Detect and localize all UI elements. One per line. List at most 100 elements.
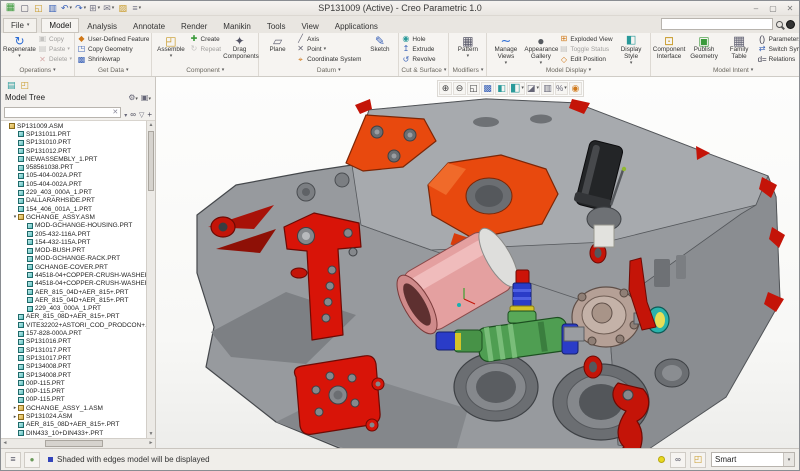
- tree-item[interactable]: DIN433_10+DIN433+.PRT: [1, 429, 146, 437]
- publish-geometry-button[interactable]: ▣Publish Geometry: [688, 34, 721, 61]
- edit-position-button[interactable]: ◇Edit Position: [559, 55, 612, 65]
- tree-item[interactable]: MOD-BUSH.PRT: [1, 246, 146, 254]
- scroll-down-icon[interactable]: [147, 430, 155, 438]
- help-globe-icon[interactable]: [786, 20, 795, 29]
- zoom-in-button[interactable]: ⊕: [439, 82, 452, 95]
- save-button[interactable]: ▥: [47, 2, 58, 14]
- shrinkwrap-button[interactable]: ▩Shrinkwrap: [77, 55, 149, 65]
- plane-button[interactable]: ▱Plane: [261, 34, 294, 54]
- settings-button[interactable]: ⚙▾: [128, 93, 138, 102]
- tree-item[interactable]: SP131016.PRT: [1, 338, 146, 346]
- show-button[interactable]: ▣▾: [141, 93, 151, 102]
- tree-item[interactable]: 229_403_000A_1.PRT: [1, 188, 146, 196]
- tree-item[interactable]: SP131017.PRT: [1, 354, 146, 362]
- repaint-button[interactable]: ▩: [481, 82, 494, 95]
- tree-item[interactable]: 44518-04+COPPER-CRUSH-WASHERS: [1, 280, 146, 288]
- tree-item[interactable]: 105-404-002A.PRT: [1, 180, 146, 188]
- paste-button[interactable]: ▤Paste▾: [38, 44, 72, 54]
- tree-item[interactable]: 44518-04+COPPER-CRUSH-WASHERS: [1, 271, 146, 279]
- tree-item[interactable]: AER_815_08D+AER_815+.PRT: [1, 313, 146, 321]
- tree-item[interactable]: AER_815_04D+AER_815+.PRT: [1, 296, 146, 304]
- tab-tools[interactable]: Tools: [259, 18, 294, 33]
- user-defined-feature-button[interactable]: ◆User-Defined Feature: [77, 34, 149, 44]
- find-button[interactable]: ∞: [670, 452, 686, 468]
- selection-filter-combo[interactable]: Smart: [711, 452, 795, 467]
- refit-button[interactable]: ◱: [467, 82, 480, 95]
- point-button[interactable]: ✕Point▾: [296, 44, 361, 54]
- annotation-display-button[interactable]: %▾: [555, 82, 568, 95]
- tree-item[interactable]: GCHANGE-COVER.PRT: [1, 263, 146, 271]
- new-button[interactable]: ▢: [19, 2, 30, 14]
- tree-item[interactable]: 00P-115.PRT: [1, 396, 146, 404]
- redo-button[interactable]: ↷▾: [75, 2, 86, 14]
- ribbon-group-label[interactable]: Get Data▾: [77, 65, 149, 76]
- copy-geometry-button[interactable]: ◳Copy Geometry: [77, 44, 149, 54]
- customize-button[interactable]: ≡▾: [131, 2, 142, 14]
- tree-item[interactable]: 157-828-000A.PRT: [1, 329, 146, 337]
- mail-button[interactable]: ✉▾: [103, 2, 114, 14]
- tree-item[interactable]: SP131012.PRT: [1, 147, 146, 155]
- tree-vertical-scrollbar[interactable]: [146, 121, 155, 438]
- repeat-button[interactable]: ↻Repeat: [189, 44, 221, 54]
- hole-button[interactable]: ◉Hole: [401, 34, 435, 44]
- regenerate-button[interactable]: ↻Regenerate▾: [3, 34, 36, 59]
- search-icon[interactable]: [776, 21, 783, 28]
- tree-item[interactable]: AER_815_04D+AER_815+.PRT: [1, 288, 146, 296]
- ribbon-group-label[interactable]: Cut & Surface▾: [401, 65, 446, 76]
- scroll-right-icon[interactable]: [147, 439, 155, 448]
- scroll-thumb[interactable]: [45, 440, 103, 447]
- graphics-viewport[interactable]: ⊕⊖◱▩◧◧▾◪▾▥%▾◉: [156, 77, 799, 448]
- tree-item[interactable]: NEWASSEMBLY_1.PRT: [1, 155, 146, 163]
- saved-orientations-button[interactable]: ◪▾: [526, 82, 540, 95]
- tab-render[interactable]: Render: [173, 18, 215, 33]
- scroll-left-icon[interactable]: [1, 439, 9, 448]
- copy-button[interactable]: ▣Copy: [38, 34, 72, 44]
- folder-button[interactable]: ◰: [690, 452, 706, 468]
- tab-applications[interactable]: Applications: [327, 18, 386, 33]
- dropdown-caret-button[interactable]: ▾: [124, 104, 127, 122]
- manage-views-button[interactable]: ∼Manage Views▾: [489, 34, 522, 66]
- ribbon-group-label[interactable]: Modifiers▾: [451, 65, 484, 76]
- undo-button[interactable]: ↶▾: [61, 2, 72, 14]
- tree-filter-input[interactable]: ✕: [4, 107, 121, 118]
- family-table-button[interactable]: ▦Family Table: [723, 34, 756, 61]
- tree-item[interactable]: ▸SP131024.ASM: [1, 412, 146, 420]
- tree-item[interactable]: SP131009.ASM: [1, 122, 146, 130]
- tab-view[interactable]: View: [294, 18, 327, 33]
- open-button[interactable]: ◱: [33, 2, 44, 14]
- tree-item[interactable]: 105-404-002A.PRT: [1, 172, 146, 180]
- tree-item[interactable]: 958561038.PRT: [1, 163, 146, 171]
- tree-item[interactable]: 205-432-116A.PRT: [1, 230, 146, 238]
- tree-item[interactable]: SP131017.PRT: [1, 346, 146, 354]
- filter-button[interactable]: ▽: [139, 104, 144, 122]
- tree-item[interactable]: MOD-GCHANGE-RACK.PRT: [1, 255, 146, 263]
- sketch-button[interactable]: ✎Sketch: [363, 34, 396, 54]
- 3d-model[interactable]: [156, 77, 799, 448]
- chevron-down-icon[interactable]: [783, 453, 794, 466]
- axis-button[interactable]: ╱Axis: [296, 34, 361, 44]
- model-bore-left[interactable]: [454, 353, 538, 421]
- app-button[interactable]: ▦: [5, 2, 16, 14]
- tree-item[interactable]: 00P-115.PRT: [1, 379, 146, 387]
- create-button[interactable]: ✚Create: [189, 34, 221, 44]
- switch-symbols-button[interactable]: ⇄Switch Symbols: [758, 44, 799, 54]
- tab-annotate[interactable]: Annotate: [125, 18, 173, 33]
- tree-item[interactable]: SP131010.PRT: [1, 139, 146, 147]
- pattern-button[interactable]: ▦Pattern▾: [451, 34, 484, 59]
- view-manager-button[interactable]: ▥: [541, 82, 554, 95]
- relations-button[interactable]: d=Relations: [758, 55, 799, 65]
- drag-components-button[interactable]: ✦Drag Components: [223, 34, 256, 61]
- shaded-button[interactable]: ◧: [495, 82, 508, 95]
- tree-item[interactable]: ▸GCHANGE_ASSY_1.ASM: [1, 404, 146, 412]
- tree-item[interactable]: VITE32202+ASTORI_COD_PRODCON+.PRT: [1, 321, 146, 329]
- tree-item[interactable]: AER_815_08D+AER_815+.PRT: [1, 421, 146, 429]
- add-column-button[interactable]: +: [147, 104, 152, 122]
- ribbon-group-label[interactable]: Datum▾: [261, 65, 396, 76]
- assemble-button[interactable]: ◰Assemble▾: [154, 34, 187, 59]
- minimize-button[interactable]: –: [751, 4, 761, 13]
- coordinate-system-button[interactable]: ⌖Coordinate System: [296, 55, 361, 65]
- tree-item[interactable]: 154-432-115A.PRT: [1, 238, 146, 246]
- appearance-gallery-button[interactable]: ●Appearance Gallery▾: [524, 34, 557, 66]
- tree-item[interactable]: 154_406_001A_1.PRT: [1, 205, 146, 213]
- ribbon-group-label[interactable]: Model Display▾: [489, 66, 647, 76]
